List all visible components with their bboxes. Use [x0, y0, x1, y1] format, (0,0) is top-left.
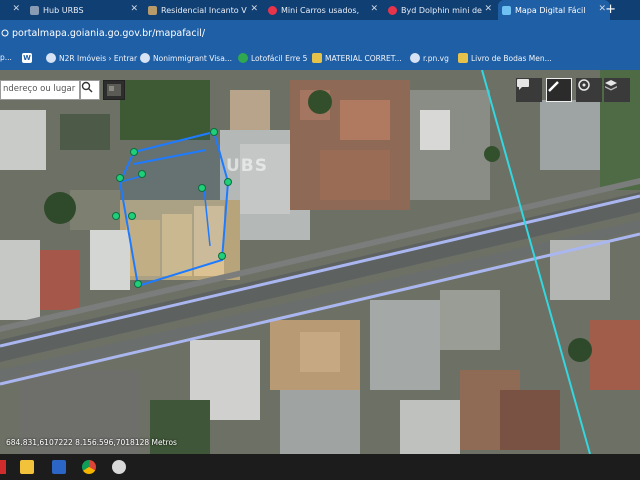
tab-pinned[interactable]: ✕: [0, 0, 24, 20]
bookmark-5[interactable]: MATERIAL CORRET...: [312, 53, 402, 63]
bookmark-4[interactable]: Lotofácil Erre 5: [238, 53, 307, 63]
site-favicon-icon: [148, 5, 157, 15]
address-search-input[interactable]: ndereço ou lugar: [0, 80, 80, 100]
folder-icon: [312, 53, 322, 63]
site-favicon-icon: [502, 5, 511, 15]
tab-4[interactable]: Mapa Digital Fácil ✕: [498, 0, 610, 20]
windows-start-icon[interactable]: [0, 460, 6, 474]
search-icon: [81, 81, 93, 93]
tab-1[interactable]: Residencial Incanto V ✕: [144, 0, 262, 20]
tab-title: Hub URBS: [43, 5, 84, 15]
globe-icon: [46, 53, 56, 63]
bookmark-1[interactable]: W: [22, 53, 35, 63]
site-info-icon[interactable]: [0, 28, 10, 38]
coordinate-readout: 684.831,6107222 8.156.596,7018128 Metros: [6, 438, 177, 447]
taskbar: [0, 454, 640, 480]
chrome-icon[interactable]: [82, 460, 96, 474]
new-tab-button[interactable]: +: [605, 2, 616, 17]
file-explorer-icon[interactable]: [20, 460, 34, 474]
globe-icon: [30, 5, 39, 15]
tab-title: Residencial Incanto V: [161, 5, 247, 15]
seal-icon: [140, 53, 150, 63]
app-icon[interactable]: [112, 460, 126, 474]
layers-button[interactable]: [604, 78, 630, 102]
bookmark-6[interactable]: r.pn.vg: [410, 53, 449, 63]
layers-icon: [605, 80, 617, 91]
site-favicon-icon: [268, 5, 277, 15]
search-button[interactable]: [80, 80, 100, 100]
tab-title: Byd Dolphin mini de: [401, 5, 482, 15]
globe-icon: [410, 53, 420, 63]
basemap-thumbnail-icon: [107, 84, 121, 96]
word-icon: W: [22, 53, 32, 63]
satellite-imagery: [0, 70, 640, 454]
url-field[interactable]: portalmapa.goiania.go.gov.br/mapafacil/: [12, 28, 205, 39]
tab-strip: ✕ Hub URBS ✕ Residencial Incanto V ✕ Min…: [0, 0, 640, 20]
bookmark-7[interactable]: Livro de Bodas Men...: [458, 53, 552, 63]
basemap-toggle-button[interactable]: [103, 80, 125, 100]
tab-3[interactable]: Byd Dolphin mini de ✕: [384, 0, 496, 20]
close-icon[interactable]: ✕: [250, 4, 258, 14]
tab-0[interactable]: Hub URBS ✕: [26, 0, 142, 20]
measure-tool-button[interactable]: [576, 78, 602, 102]
word-icon[interactable]: [52, 460, 66, 474]
bookmark-3[interactable]: Nonimmigrant Visa...: [140, 53, 232, 63]
address-bar: portalmapa.goiania.go.gov.br/mapafacil/: [0, 20, 640, 48]
compass-icon: [578, 79, 590, 91]
close-icon[interactable]: ✕: [370, 4, 378, 14]
map-canvas[interactable]: UBS ndereço ou lugar 684.831,6107222 8.1…: [0, 70, 640, 454]
close-icon[interactable]: ✕: [12, 4, 20, 14]
map-watermark: UBS: [226, 156, 269, 176]
chat-icon: [517, 79, 529, 90]
pencil-icon: [548, 81, 559, 92]
close-icon[interactable]: ✕: [130, 4, 138, 14]
close-icon[interactable]: ✕: [484, 4, 492, 14]
folder-icon: [458, 53, 468, 63]
draw-tool-button[interactable]: [546, 78, 572, 102]
clover-icon: [238, 53, 248, 63]
site-favicon-icon: [388, 5, 397, 15]
comment-tool-button[interactable]: [516, 78, 542, 102]
bookmark-2[interactable]: N2R Imóveis › Entrar: [46, 53, 137, 63]
tab-title: Mapa Digital Fácil: [515, 5, 586, 15]
tab-title: Mini Carros usados,: [281, 5, 360, 15]
bookmarks-bar: p... W N2R Imóveis › Entrar Nonimmigrant…: [0, 48, 640, 71]
bookmark-0[interactable]: p...: [0, 53, 12, 62]
tab-2[interactable]: Mini Carros usados, ✕: [264, 0, 382, 20]
